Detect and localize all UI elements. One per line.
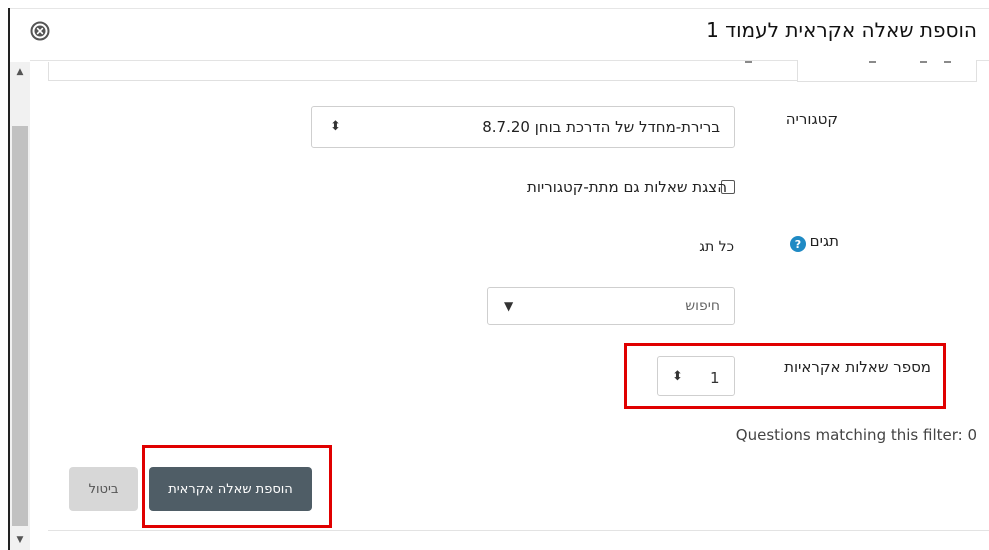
category-label: קטגוריה — [785, 110, 838, 128]
tab-divider — [48, 80, 797, 81]
tags-search-select[interactable]: חיפוש ▼ — [487, 287, 735, 325]
show-subcategories-label[interactable]: הצגת שאלות גם מתת-קטגוריות — [527, 178, 727, 196]
scroll-down-arrow-icon[interactable]: ▼ — [10, 530, 30, 550]
random-count-select[interactable]: ⬍ 1 — [657, 356, 735, 396]
category-value: ברירת-מחדל של הדרכת בוחן 8.7.20 — [482, 118, 720, 136]
tab-strip-mark — [745, 61, 752, 63]
close-circle-icon[interactable] — [29, 20, 51, 42]
footer-divider — [48, 530, 989, 531]
matching-questions-count: Questions matching this filter: 0 — [735, 426, 977, 444]
dropdown-arrow-icon: ▼ — [504, 299, 514, 313]
tags-search-placeholder: חיפוש — [685, 298, 720, 314]
select-updown-icon: ⬍ — [672, 369, 683, 384]
window-frame-top — [10, 8, 989, 9]
scroll-up-arrow-icon[interactable]: ▲ — [10, 62, 30, 82]
random-count-label: מספר שאלות אקראיות — [784, 358, 931, 376]
tab-strip-mark — [869, 61, 876, 63]
help-question-icon[interactable]: ? — [790, 236, 806, 252]
tab-divider-edge — [48, 62, 49, 80]
tags-label: תגים — [809, 232, 839, 250]
random-count-value: 1 — [710, 369, 720, 387]
select-updown-icon: ⬍ — [330, 119, 341, 134]
tab-strip-mark — [944, 61, 951, 63]
cancel-button[interactable]: ביטול — [69, 467, 138, 511]
tab-strip-mark — [920, 61, 927, 63]
dialog-title: הוספת שאלה אקראית לעמוד 1 — [706, 18, 977, 42]
tab-strip[interactable] — [797, 60, 977, 82]
tags-value: כל תג — [699, 239, 734, 255]
add-random-question-button[interactable]: הוספת שאלה אקראית — [149, 467, 312, 511]
scrollbar-thumb[interactable] — [12, 126, 28, 526]
category-select[interactable]: ברירת-מחדל של הדרכת בוחן 8.7.20 ⬍ — [311, 106, 735, 148]
